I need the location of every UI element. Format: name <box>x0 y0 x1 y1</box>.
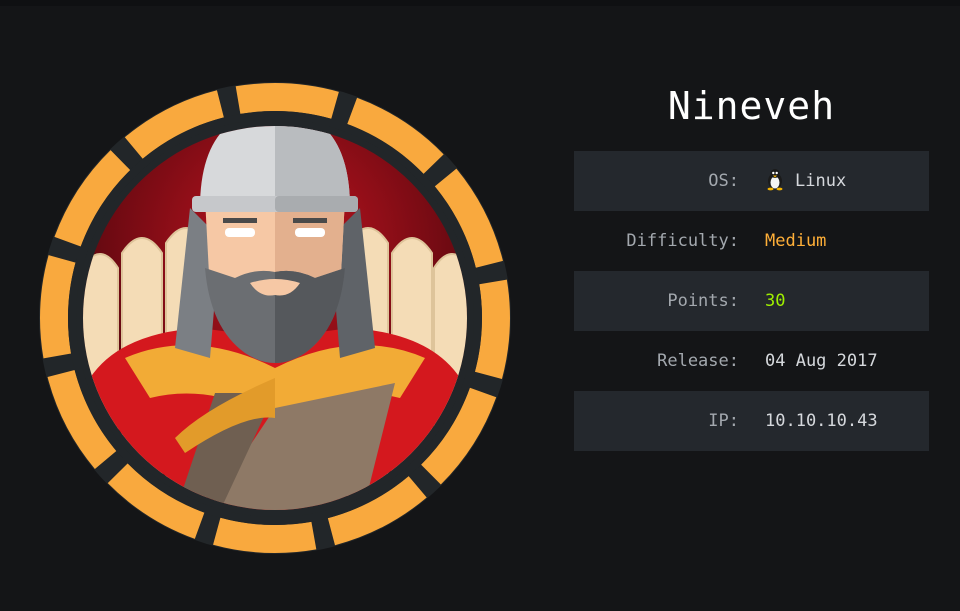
info-row-ip: IP: 10.10.10.43 <box>574 391 929 451</box>
info-row-points: Points: 30 <box>574 271 929 331</box>
ip-label: IP: <box>708 411 739 431</box>
os-value-wrap: Linux <box>765 167 846 196</box>
machine-name: Nineveh <box>667 84 836 128</box>
difficulty-value: Medium <box>765 231 827 251</box>
info-row-release: Release: 04 Aug 2017 <box>574 331 929 391</box>
machine-avatar <box>30 78 520 554</box>
top-strip <box>0 0 960 6</box>
linux-penguin-icon <box>763 167 787 196</box>
os-label: OS: <box>708 171 739 191</box>
os-value: Linux <box>795 171 847 191</box>
points-value: 30 <box>765 291 786 311</box>
machine-info-table: OS: Linux Difficulty: Medium Points: 30 … <box>574 151 929 451</box>
release-label: Release: <box>657 351 739 371</box>
info-row-os: OS: Linux <box>574 151 929 211</box>
release-value: 04 Aug 2017 <box>765 351 878 371</box>
points-label: Points: <box>667 291 739 311</box>
ip-value: 10.10.10.43 <box>765 411 878 431</box>
info-row-difficulty: Difficulty: Medium <box>574 211 929 271</box>
difficulty-label: Difficulty: <box>626 231 739 251</box>
